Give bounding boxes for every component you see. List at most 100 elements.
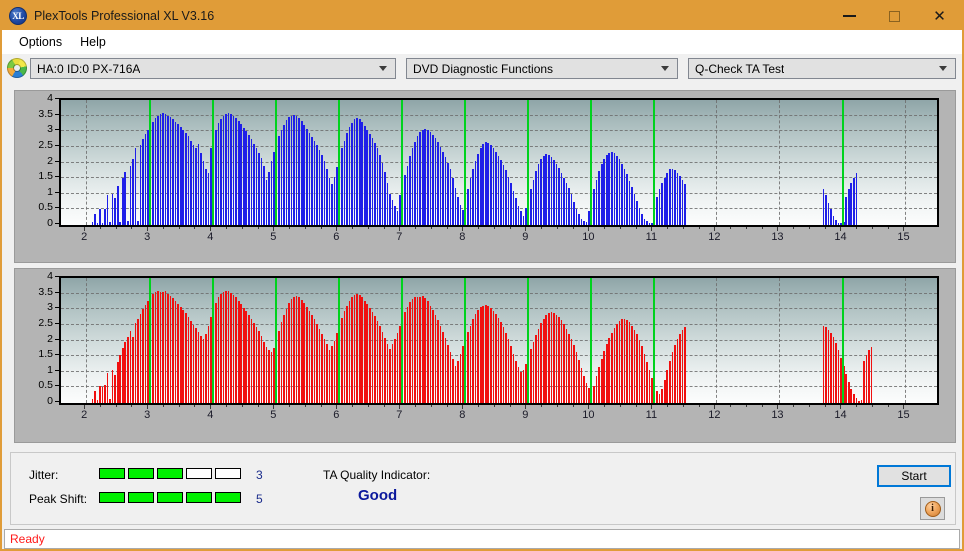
chart-bar (643, 353, 646, 403)
chart-bar (288, 117, 290, 225)
x-axis-tick-label: 6 (333, 231, 340, 243)
menu-item-options[interactable]: Options (10, 32, 71, 52)
meter-segment (157, 468, 183, 479)
x-axis-tick-label: 9 (522, 409, 529, 421)
chart-bar (555, 164, 558, 225)
x-axis-minor-tick (320, 227, 322, 229)
chart-bar (600, 358, 603, 403)
info-button[interactable]: i (920, 497, 945, 520)
chart-bar (641, 346, 643, 403)
x-axis-minor-tick (383, 227, 385, 229)
meter-segment (128, 468, 154, 479)
chart-bar (369, 307, 371, 403)
maximize-button[interactable] (872, 2, 917, 30)
x-axis-minor-tick (304, 227, 306, 229)
chart-bar (636, 334, 638, 403)
chart-bar (474, 160, 477, 225)
chart-bar (598, 367, 600, 403)
chart-bar (863, 360, 865, 403)
chart-bar (318, 328, 321, 403)
chart-bar (303, 125, 306, 225)
x-axis-tick-label: 11 (645, 231, 658, 243)
chart-bar (542, 155, 545, 225)
close-button[interactable]: ✕ (917, 2, 962, 30)
chart-bar (490, 145, 492, 225)
chart-bar (825, 195, 827, 225)
chart-bar (109, 399, 111, 403)
chart-bar (248, 314, 250, 403)
chart-bar (832, 215, 835, 225)
chart-marker-line (653, 100, 655, 225)
chart-bar (106, 195, 109, 225)
chart-bar (406, 165, 409, 225)
chart-bar (242, 307, 245, 403)
start-button[interactable]: Start (877, 465, 951, 487)
x-axis-minor-tick (115, 227, 117, 229)
chart-bar (260, 157, 263, 225)
chart-bar (648, 370, 651, 403)
chart-bar (409, 156, 411, 225)
chart-bar (172, 298, 174, 403)
chart-bar (278, 135, 280, 225)
drive-select[interactable]: HA:0 ID:0 PX-716A (30, 58, 396, 79)
function-select[interactable]: DVD Diagnostic Functions (406, 58, 678, 79)
chart-bar (676, 338, 679, 403)
chart-bar (253, 323, 255, 403)
chart-bar (502, 165, 505, 225)
chart-bar (129, 331, 132, 403)
x-axis-minor-tick (698, 227, 700, 229)
x-axis-minor-tick (383, 405, 385, 407)
chart-bar (853, 177, 855, 225)
chart-bar (144, 134, 147, 225)
chart-bar (550, 312, 553, 403)
x-axis-minor-tick (446, 227, 448, 229)
chart-bar (235, 297, 237, 403)
chart-bar (96, 222, 99, 225)
chart-marker-line (212, 100, 214, 225)
x-axis-minor-tick (745, 405, 747, 407)
chart-bar (616, 155, 618, 225)
x-axis-minor-tick (745, 227, 747, 229)
test-select[interactable]: Q-Check TA Test (688, 58, 956, 79)
chart-bar (323, 338, 326, 403)
chart-bar (681, 179, 684, 225)
chart-bar (636, 200, 638, 225)
chart-bar (217, 297, 220, 403)
chart-bar (250, 318, 253, 403)
chart-bar (242, 128, 245, 225)
chart-bar (495, 151, 497, 225)
chart-bar (139, 313, 142, 403)
chart-bar (646, 361, 648, 403)
chart-bar (295, 116, 298, 225)
chart-bar (454, 187, 457, 225)
menu-item-help[interactable]: Help (71, 32, 115, 52)
x-axis-minor-tick (415, 405, 417, 407)
chart-bar (558, 168, 560, 225)
chart-bar (583, 221, 585, 225)
chart-marker-line (842, 278, 844, 403)
chart-bar (618, 159, 621, 225)
chart-bar (220, 294, 222, 403)
x-axis-minor-tick (556, 405, 558, 407)
chart-bar (374, 143, 376, 225)
y-axis-tick-label: 3 (47, 123, 53, 136)
chart-bar (668, 360, 671, 403)
chart-bar (671, 352, 674, 403)
x-axis-tick-label: 6 (333, 409, 340, 421)
chart-bar (421, 129, 424, 225)
x-axis-minor-tick (793, 227, 795, 229)
chart-bar (437, 142, 439, 225)
y-axis-tick-label: 4 (47, 92, 53, 104)
minimize-button[interactable] (827, 2, 872, 30)
chart-bar (263, 342, 265, 403)
x-axis-minor-tick (194, 405, 196, 407)
chart-marker-line (149, 278, 151, 403)
chart-bar (96, 399, 99, 403)
chart-bar (384, 338, 386, 403)
chart-bar (164, 114, 167, 225)
x-axis-minor-tick (430, 405, 432, 407)
y-axis-tick-label: 2.5 (38, 316, 53, 329)
chart-bar (626, 319, 628, 403)
chart-bar (605, 343, 608, 403)
chart-bar (116, 185, 119, 225)
